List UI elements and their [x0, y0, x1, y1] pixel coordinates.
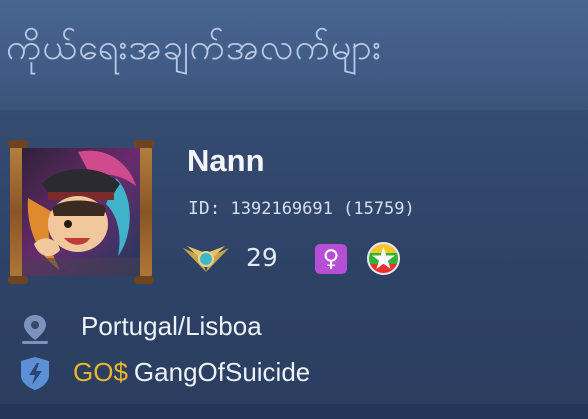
- squad-tag: GO$: [73, 357, 128, 387]
- female-icon: ♀: [315, 244, 347, 274]
- squad-name: GangOfSuicide: [133, 357, 311, 387]
- player-name: Nann: [187, 143, 265, 178]
- squad-shield-icon: [17, 355, 53, 391]
- location-pin-icon: [18, 312, 52, 346]
- page-title: ကိုယ်ရေးအချက်အလက်များ: [6, 27, 382, 68]
- squad-row[interactable]: GO$ GangOfSuicide: [73, 357, 310, 388]
- player-location: Portugal/Lisboa: [81, 311, 262, 341]
- myanmar-flag-icon: [366, 241, 401, 276]
- id-label: ID:: [188, 198, 221, 219]
- player-id-row: ID: 1392169691 (15759): [188, 198, 415, 219]
- player-level: 29: [246, 243, 278, 272]
- rank-wings-icon: [181, 242, 231, 276]
- player-avatar[interactable]: [8, 138, 154, 286]
- bottom-band: [0, 404, 588, 419]
- id-value: 1392169691 (15759): [230, 199, 415, 219]
- avatar-image: [8, 140, 154, 284]
